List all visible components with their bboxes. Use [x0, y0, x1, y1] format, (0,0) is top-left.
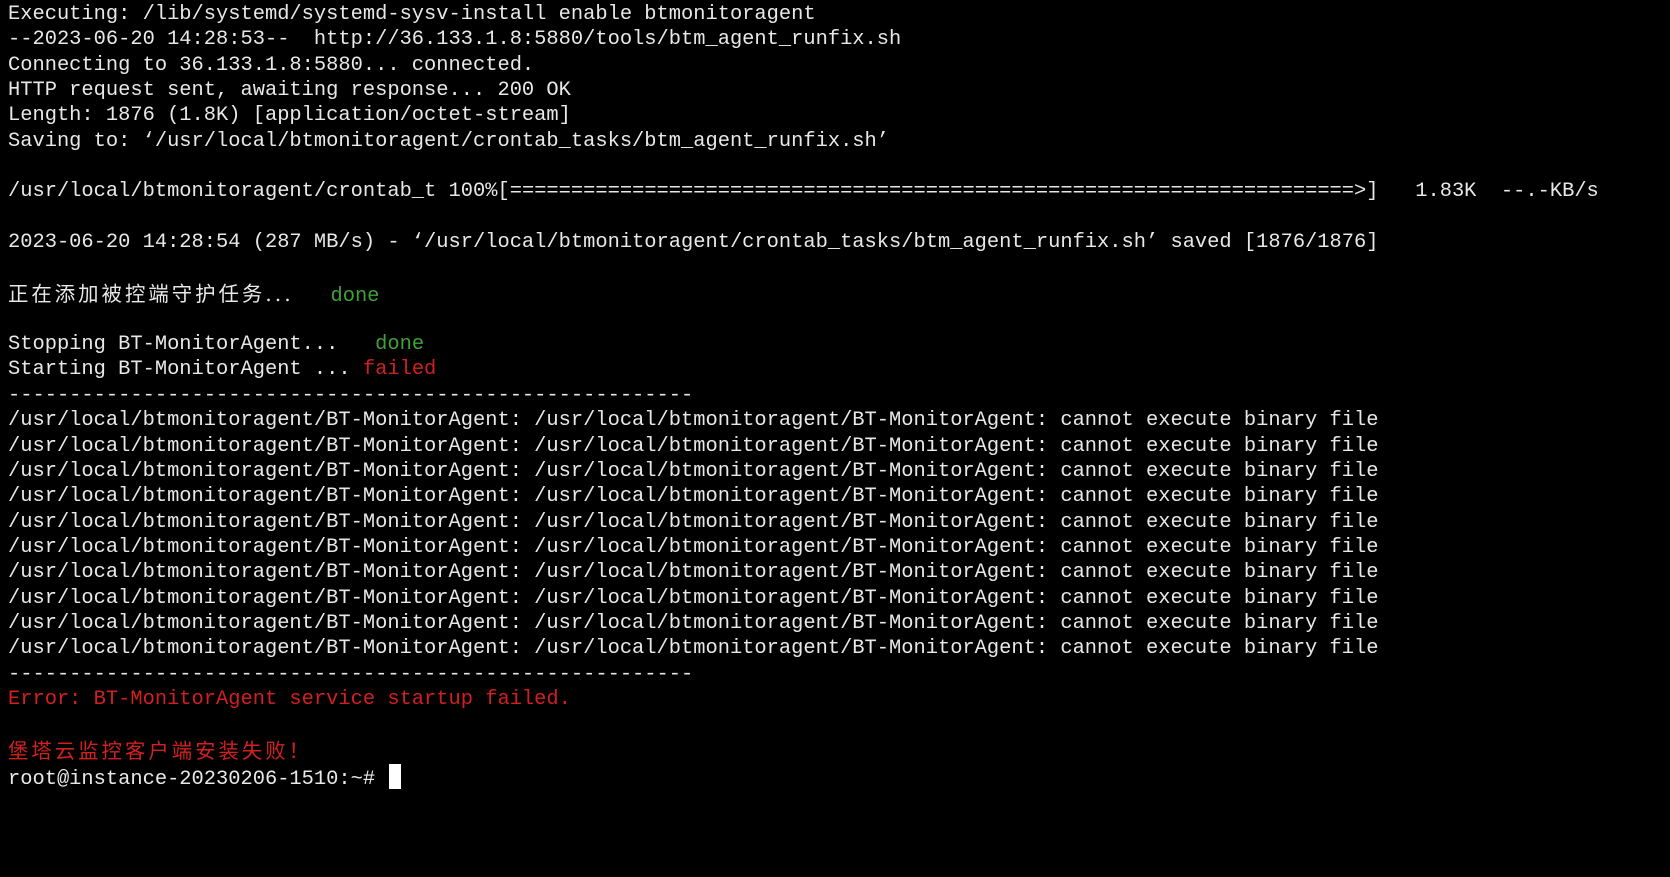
output-line-saved: 2023-06-20 14:28:54 (287 MB/s) - ‘/usr/l… — [8, 231, 1379, 255]
error-output-line: /usr/local/btmonitoragent/BT-MonitorAgen… — [8, 561, 1379, 585]
guard-task-label: 正在添加被控端守护任务... — [8, 281, 294, 306]
progress-percent: 100% — [448, 180, 498, 204]
stopping-label: Stopping BT-MonitorAgent... — [8, 333, 339, 357]
guard-task-status: done — [330, 284, 380, 308]
error-output-line: /usr/local/btmonitoragent/BT-MonitorAgen… — [8, 586, 1379, 610]
install-failed-text: 堡塔云监控客户端安装失败！ — [8, 738, 313, 763]
error-output-line: /usr/local/btmonitoragent/BT-MonitorAgen… — [8, 459, 1379, 483]
output-line-saving-to: Saving to: ‘/usr/local/btmonitoragent/cr… — [8, 129, 890, 153]
error-output-line: /usr/local/btmonitoragent/BT-MonitorAgen… — [8, 637, 1379, 661]
stopping-line: Stopping BT-MonitorAgent... done — [8, 332, 1670, 357]
guard-task-line: 正在添加被控端守护任务... done — [8, 281, 1670, 308]
output-line-http-response: HTTP request sent, awaiting response... … — [8, 79, 571, 103]
error-output-line: /usr/local/btmonitoragent/BT-MonitorAgen… — [8, 510, 1379, 534]
output-line-wget-url: --2023-06-20 14:28:53-- http://36.133.1.… — [8, 28, 902, 52]
error-output-line: /usr/local/btmonitoragent/BT-MonitorAgen… — [8, 611, 1379, 635]
progress-filename: /usr/local/btmonitoragent/crontab_t — [8, 180, 437, 204]
error-output-line: /usr/local/btmonitoragent/BT-MonitorAgen… — [8, 434, 1379, 458]
stopping-status: done — [375, 333, 425, 357]
download-progress-line: /usr/local/btmonitoragent/crontab_t 100%… — [8, 179, 1670, 204]
separator-line: ----------------------------------------… — [8, 383, 694, 407]
output-line-executing: Executing: /lib/systemd/systemd-sysv-ins… — [8, 3, 816, 26]
progress-size: 1.83K — [1415, 180, 1477, 204]
progress-bar: [=======================================… — [497, 180, 1379, 204]
error-output-line: /usr/local/btmonitoragent/BT-MonitorAgen… — [8, 485, 1379, 509]
shell-prompt: root@instance-20230206-1510:~# — [8, 767, 376, 791]
starting-status: failed — [362, 358, 437, 382]
error-message: Error: BT-MonitorAgent service startup f… — [8, 687, 571, 711]
output-line-length: Length: 1876 (1.8K) [application/octet-s… — [8, 104, 571, 128]
install-failed-message: 堡塔云监控客户端安装失败！ — [8, 738, 1670, 764]
starting-label: Starting BT-MonitorAgent ... — [8, 358, 351, 382]
terminal-window[interactable]: Executing: /lib/systemd/systemd-sysv-ins… — [0, 0, 1670, 877]
prompt-line[interactable]: root@instance-20230206-1510:~# — [8, 763, 1670, 791]
output-line-connecting: Connecting to 36.133.1.8:5880... connect… — [8, 53, 535, 77]
text-cursor[interactable] — [389, 763, 402, 789]
error-output-line: /usr/local/btmonitoragent/BT-MonitorAgen… — [8, 409, 1379, 433]
separator-line: ----------------------------------------… — [8, 662, 694, 686]
progress-speed: --.-KB/s — [1500, 180, 1599, 204]
error-output-line: /usr/local/btmonitoragent/BT-MonitorAgen… — [8, 535, 1379, 559]
starting-line: Starting BT-MonitorAgent ... failed — [8, 357, 1670, 382]
